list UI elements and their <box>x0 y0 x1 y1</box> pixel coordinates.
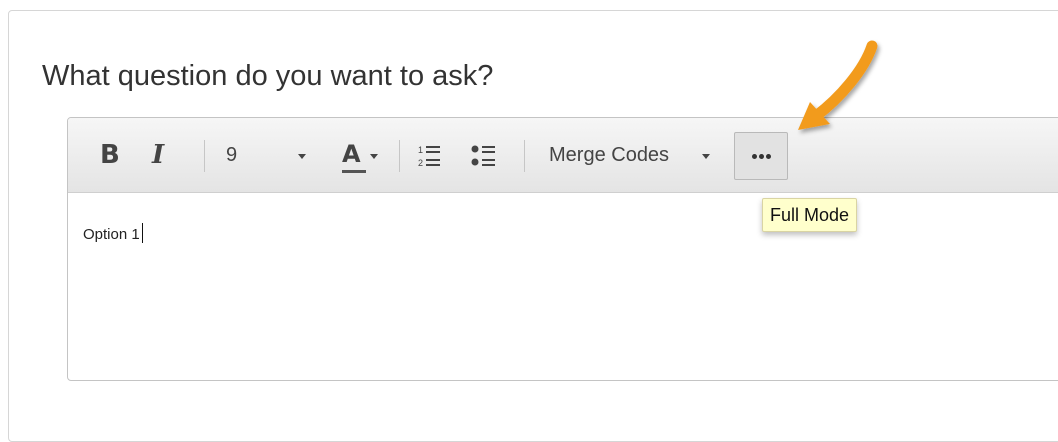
svg-text:2: 2 <box>418 158 423 168</box>
annotation-arrow <box>798 40 878 130</box>
svg-text:1: 1 <box>418 145 423 155</box>
bold-button[interactable]: B <box>100 140 120 170</box>
font-color-indicator <box>342 170 366 173</box>
more-options-icon <box>751 153 772 159</box>
italic-button[interactable]: I <box>152 140 164 170</box>
editor-text: Option 1 <box>83 226 140 243</box>
full-mode-tooltip: Full Mode <box>762 198 858 232</box>
bulleted-list-icon[interactable] <box>471 142 497 175</box>
font-size-chevron-down-icon[interactable] <box>298 154 306 159</box>
font-size-select[interactable]: 9 <box>226 144 237 167</box>
toolbar-separator <box>524 140 525 172</box>
numbered-list-icon[interactable]: 1 2 <box>417 142 443 175</box>
merge-codes-dropdown[interactable]: Merge Codes <box>549 144 669 167</box>
rich-text-editor[interactable]: B I 9 A 1 2 Merge Codes Option 1 <box>67 117 1058 381</box>
question-title: What question do you want to ask? <box>42 60 494 92</box>
merge-codes-chevron-down-icon[interactable] <box>702 154 710 159</box>
editor-content[interactable]: Option 1 <box>83 223 143 243</box>
font-color-chevron-down-icon[interactable] <box>370 154 378 159</box>
editor-toolbar: B I 9 A 1 2 Merge Codes <box>68 118 1058 193</box>
toolbar-separator <box>204 140 205 172</box>
toolbar-separator <box>399 140 400 172</box>
text-cursor <box>141 223 143 243</box>
font-color-button[interactable]: A <box>342 140 361 168</box>
